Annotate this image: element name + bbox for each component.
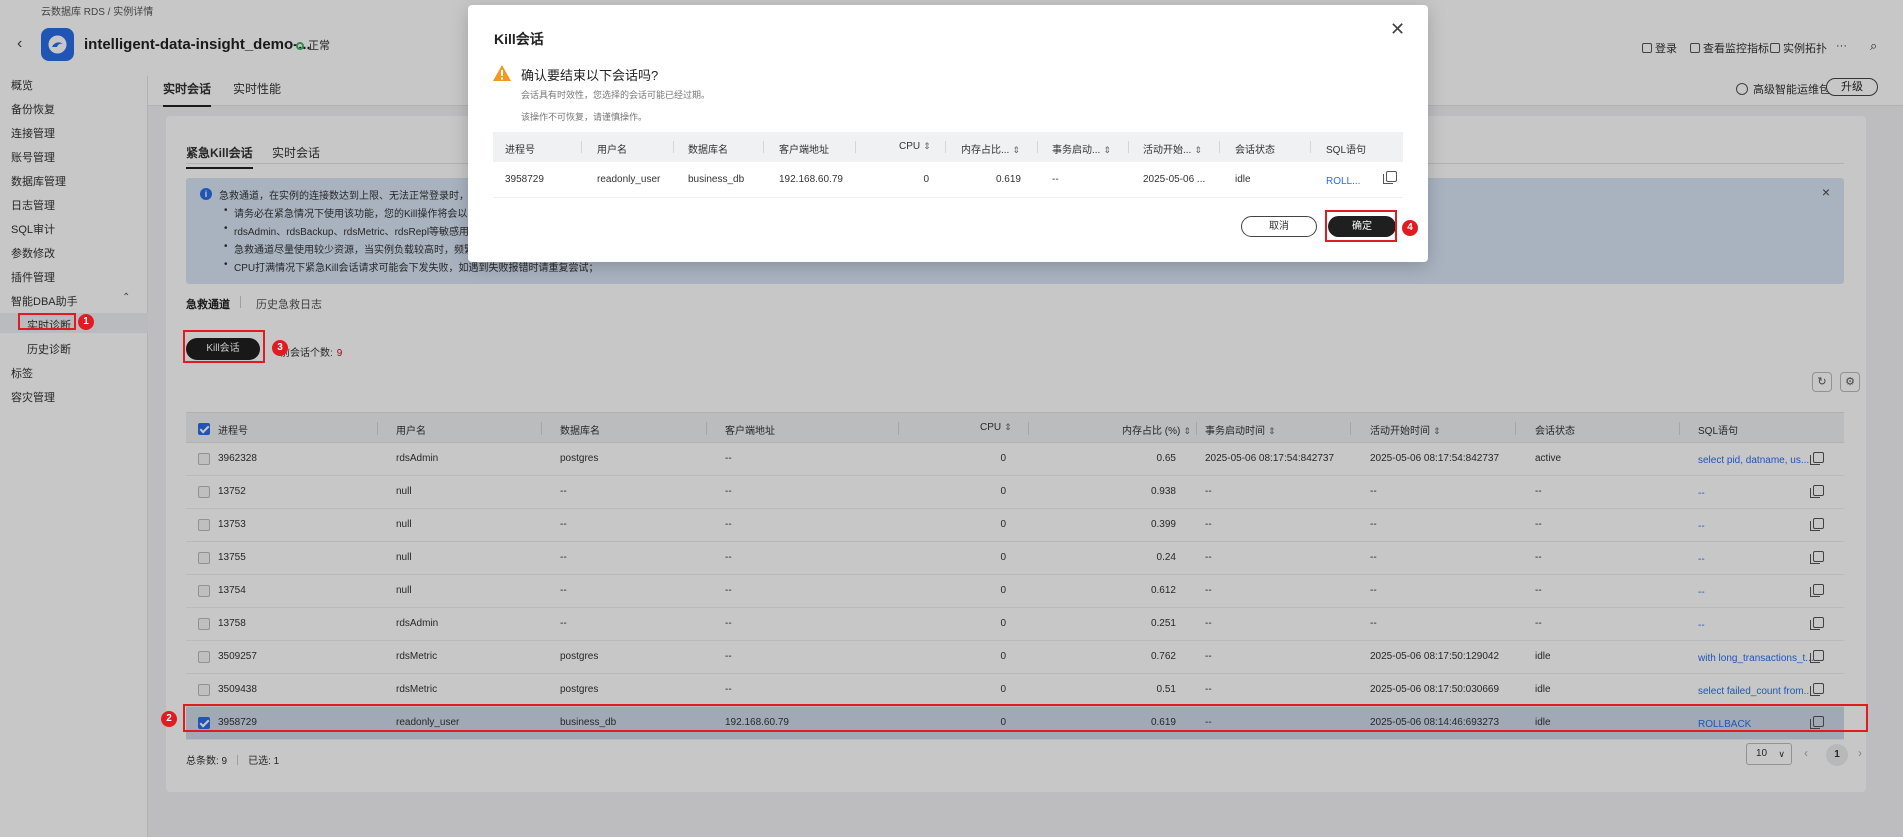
annotation-box <box>183 330 265 363</box>
dialog-close-icon[interactable]: ✕ <box>1390 19 1405 40</box>
dialog-cell-user: readonly_user <box>597 174 661 185</box>
dialog-table-row: 3958729 readonly_user business_db 192.16… <box>493 162 1403 198</box>
dialog-cell-txn: -- <box>1052 174 1059 185</box>
dialog-col-user: 用户名 <box>597 145 627 156</box>
dialog-col-db: 数据库名 <box>688 145 728 156</box>
dialog-cell-db: business_db <box>688 174 745 185</box>
col-separator <box>945 141 946 153</box>
sort-icon[interactable]: ⇕ <box>923 141 931 151</box>
dialog-cell-cpu: 0 <box>923 174 929 185</box>
dialog-col-pid: 进程号 <box>505 145 535 156</box>
dialog-col-mem-label: 内存占比... <box>961 145 1010 156</box>
annotation-badge: 4 <box>1402 220 1418 236</box>
dialog-col-act-label: 活动开始... <box>1143 145 1192 156</box>
sort-icon[interactable]: ⇕ <box>1103 145 1111 155</box>
annotation-box <box>183 704 1868 732</box>
kill-session-dialog: Kill会话 ✕ 确认要结束以下会话吗? 会话具有时效性，您选择的会话可能已经过… <box>468 5 1428 262</box>
dialog-cell-state: idle <box>1235 174 1251 185</box>
col-separator <box>1037 141 1038 153</box>
dialog-col-state: 会话状态 <box>1235 145 1275 156</box>
dialog-col-txn[interactable]: 事务启动... ⇕ <box>1052 141 1111 156</box>
warning-icon <box>493 65 511 81</box>
sort-icon[interactable]: ⇕ <box>1012 145 1020 155</box>
copy-icon[interactable] <box>1383 171 1397 184</box>
dialog-question: 确认要结束以下会话吗? <box>521 68 659 83</box>
annotation-box <box>1325 210 1397 242</box>
dialog-cell-mem: 0.619 <box>995 174 1021 185</box>
annotation-box <box>18 313 76 330</box>
dialog-col-act[interactable]: 活动开始... ⇕ <box>1143 141 1202 156</box>
annotation-badge: 1 <box>78 314 94 330</box>
dialog-note: 会话具有时效性，您选择的会话可能已经过期。 <box>521 90 711 100</box>
dialog-cell-client: 192.168.60.79 <box>779 174 843 185</box>
dialog-col-txn-label: 事务启动... <box>1052 145 1101 156</box>
dialog-col-mem[interactable]: 内存占比... ⇕ <box>961 141 1020 156</box>
col-separator <box>581 141 582 153</box>
annotation-badge: 3 <box>272 340 288 356</box>
dialog-col-client: 客户端地址 <box>779 145 829 156</box>
col-separator <box>1219 141 1220 153</box>
dialog-note: 该操作不可恢复，请谨慎操作。 <box>521 112 648 122</box>
col-separator <box>1310 141 1311 153</box>
dialog-cell-act: 2025-05-06 ... <box>1143 174 1206 185</box>
col-separator <box>763 141 764 153</box>
dialog-col-cpu-label: CPU <box>899 141 921 152</box>
dialog-table-header: 进程号 用户名 数据库名 客户端地址 CPU ⇕ 内存占比... ⇕ 事务启动...… <box>493 132 1403 162</box>
sort-icon[interactable]: ⇕ <box>1194 145 1202 155</box>
dialog-title: Kill会话 <box>494 31 544 47</box>
annotation-badge: 2 <box>161 711 177 727</box>
col-separator <box>673 141 674 153</box>
dialog-cell-pid: 3958729 <box>505 174 544 185</box>
cancel-button[interactable]: 取消 <box>1241 216 1317 237</box>
col-separator <box>1128 141 1129 153</box>
dialog-col-sql: SQL语句 <box>1326 145 1367 156</box>
col-separator <box>855 141 856 153</box>
dialog-col-cpu[interactable]: CPU ⇕ <box>899 141 931 152</box>
dialog-cell-sql[interactable]: ROLL... <box>1326 176 1360 187</box>
